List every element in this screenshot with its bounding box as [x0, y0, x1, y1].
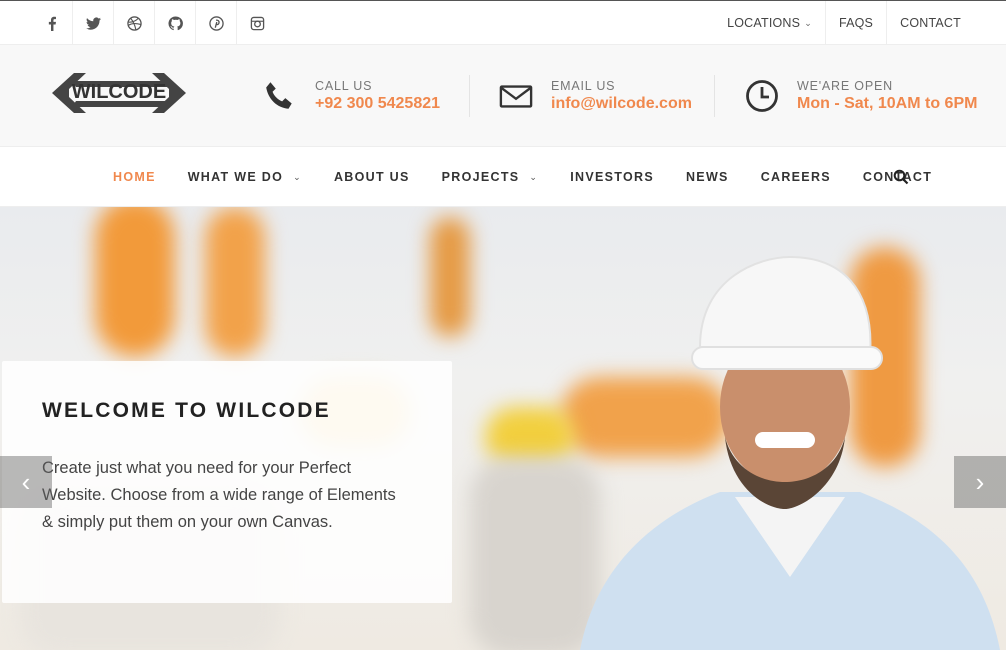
- slider-next-button[interactable]: ›: [954, 456, 1006, 508]
- twitter-icon[interactable]: [73, 1, 114, 45]
- hero-slider: WELCOME TO WILCODE Create just what you …: [0, 207, 1006, 650]
- background-shape: [430, 217, 470, 337]
- nav-item-projects[interactable]: PROJECTS ⌄: [426, 147, 555, 207]
- hours-block: WE'ARE OPEN Mon - Sat, 10AM to 6PM: [745, 45, 977, 147]
- background-shape: [95, 207, 175, 357]
- slider-prev-button[interactable]: ‹: [0, 456, 52, 508]
- chevron-right-icon: ›: [975, 466, 985, 497]
- contact-top-link[interactable]: CONTACT: [886, 1, 974, 45]
- nav-item-home[interactable]: HOME: [97, 147, 172, 207]
- nav-item-careers[interactable]: CAREERS: [745, 147, 847, 207]
- email-address[interactable]: info@wilcode.com: [551, 95, 692, 113]
- worker-image: [580, 255, 1000, 650]
- email-us-block: EMAIL US info@wilcode.com: [499, 45, 692, 147]
- facebook-icon[interactable]: [32, 1, 73, 45]
- top-bar: LOCATIONS ⌄ FAQS CONTACT: [0, 0, 1006, 45]
- hours-label: WE'ARE OPEN: [797, 79, 893, 93]
- nav-item-about-us[interactable]: ABOUT US: [318, 147, 426, 207]
- nav-item-investors[interactable]: INVESTORS: [554, 147, 670, 207]
- background-shape: [205, 207, 265, 357]
- pinterest-icon[interactable]: [196, 1, 237, 45]
- envelope-icon: [499, 85, 533, 108]
- divider: [469, 75, 470, 117]
- social-links: [32, 1, 278, 45]
- hero-text: Create just what you need for your Perfe…: [42, 459, 396, 531]
- top-links: LOCATIONS ⌄ FAQS CONTACT: [714, 1, 974, 45]
- instagram-icon[interactable]: [237, 1, 278, 45]
- locations-link[interactable]: LOCATIONS ⌄: [714, 1, 825, 45]
- chevron-left-icon: ‹: [21, 466, 31, 497]
- logo-text: WILCODE: [72, 81, 166, 103]
- github-icon[interactable]: [155, 1, 196, 45]
- call-us-block: CALL US +92 300 5425821: [263, 45, 440, 147]
- nav-item-news[interactable]: NEWS: [670, 147, 745, 207]
- main-nav: HOME WHAT WE DO ⌄ ABOUT US PROJECTS ⌄ INVE…: [0, 147, 1006, 207]
- logo[interactable]: WILCODE: [52, 67, 186, 119]
- phone-number[interactable]: +92 300 5425821: [315, 95, 440, 113]
- search-icon[interactable]: [893, 169, 909, 185]
- hero-caption: WELCOME TO WILCODE Create just what you …: [2, 361, 452, 603]
- hero-title: WELCOME TO WILCODE: [42, 399, 331, 422]
- chevron-down-icon: ⌄: [529, 171, 539, 182]
- faqs-link[interactable]: FAQS: [824, 1, 886, 45]
- chevron-down-icon: ⌄: [293, 171, 302, 182]
- call-label: CALL US: [315, 79, 373, 93]
- phone-icon: [266, 82, 292, 109]
- chevron-down-icon: ⌄: [804, 17, 812, 28]
- dribbble-icon[interactable]: [114, 1, 155, 45]
- divider: [714, 75, 715, 117]
- email-label: EMAIL US: [551, 79, 616, 93]
- header: WILCODE CALL US +92 300 5425821 EMAIL US…: [0, 45, 1006, 147]
- opening-hours: Mon - Sat, 10AM to 6PM: [797, 95, 978, 112]
- clock-icon: [746, 80, 778, 112]
- nav-item-what-we-do[interactable]: WHAT WE DO ⌄: [172, 147, 318, 207]
